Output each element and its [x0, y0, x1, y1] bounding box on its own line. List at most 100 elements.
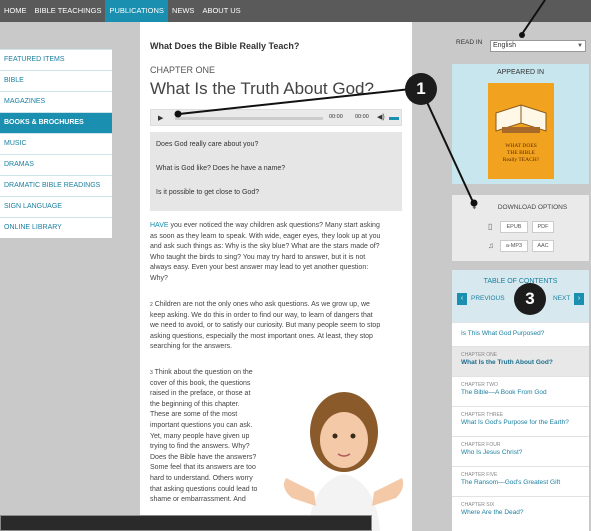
read-in-label: READ IN	[456, 39, 483, 46]
para-line: Some feel that its answers are too	[150, 464, 256, 472]
toc-item-chapter: CHAPTER TWO	[461, 382, 498, 388]
toc-item-title: Is This What God Purposed?	[461, 330, 545, 337]
volume-icon[interactable]: ◀)	[377, 113, 385, 121]
volume-slider[interactable]	[389, 117, 399, 120]
toc-item[interactable]: CHAPTER ONE What Is the Truth About God?	[452, 346, 589, 376]
nav-home[interactable]: HOME	[0, 0, 31, 22]
appeared-in-label: APPEARED IN	[496, 69, 545, 76]
bottom-overlay-bar	[0, 515, 372, 531]
chevron-down-icon: ▼	[577, 43, 583, 49]
para-line: Who taught the birds to sing? You may tr…	[150, 253, 366, 261]
sidebar-item-music[interactable]: MUSIC	[0, 133, 112, 154]
nav-bible-teachings[interactable]: BIBLE TEACHINGS	[31, 0, 106, 22]
para-line: the beginning of this chapter.	[150, 400, 240, 408]
toc-item[interactable]: CHAPTER THREE What Is God's Purpose for …	[452, 406, 589, 436]
question: Does God really care about you?	[156, 141, 259, 148]
toc-item[interactable]: CHAPTER TWO The Bible—A Book From God	[452, 376, 589, 406]
para-line: hard to understand. Others worry	[150, 474, 253, 482]
time-elapsed: 00:00	[329, 114, 343, 120]
sidebar-item-dramas[interactable]: DRAMAS	[0, 154, 112, 175]
pointer-dot	[519, 32, 525, 38]
paragraph-number: 3	[150, 370, 153, 376]
article-panel: What Does the Bible Really Teach? CHAPTE…	[140, 22, 412, 531]
download-options-panel: ⬇ DOWNLOAD OPTIONS ▯ EPUB PDF ♫ a-MP3 AA…	[452, 195, 589, 261]
sidebar-item-dramatic-bible-readings[interactable]: DRAMATIC BIBLE READINGS	[0, 175, 112, 196]
next-button[interactable]: ›	[574, 293, 584, 305]
sidebar-item-magazines[interactable]: MAGAZINES	[0, 91, 112, 112]
sidebar-item-featured-items[interactable]: FEATURED ITEMS	[0, 49, 112, 70]
toc-item-title: The Bible—A Book From God	[461, 389, 547, 396]
pdf-button[interactable]: PDF	[532, 221, 554, 233]
para-line: Yet, many people have given up	[150, 432, 250, 440]
time-total: 00:00	[355, 114, 369, 120]
language-select[interactable]: English ▼	[490, 40, 586, 52]
para-line: Children are not the only ones who ask q…	[154, 301, 370, 308]
para-line: cover of this book, the questions	[150, 379, 251, 387]
question: Is it possible to get close to God?	[156, 189, 260, 196]
callout-badge-3: 3	[514, 283, 546, 315]
audio-progress-track[interactable]	[175, 117, 323, 120]
toc-item[interactable]: CHAPTER SIX Where Are the Dead?	[452, 496, 589, 531]
para-line: and ask such things as: Why is the sky b…	[150, 243, 380, 251]
para-line: These are some of the most	[150, 411, 238, 419]
appeared-in-panel: APPEARED IN WHAT DOES THE BIBLE Really T…	[452, 64, 589, 184]
toc-item-chapter: CHAPTER ONE	[461, 352, 498, 358]
sidebar-item-sign-language[interactable]: SIGN LANGUAGE	[0, 196, 112, 217]
paragraph-lead-word: HAVE	[150, 222, 169, 229]
epub-button[interactable]: EPUB	[500, 221, 528, 233]
chapter-label: CHAPTER ONE	[150, 65, 216, 75]
paragraph-1: HAVE you ever noticed the way children a…	[150, 221, 412, 285]
toc-item-title: What Is the Truth About God?	[461, 359, 553, 366]
callout-badge-1: 1	[405, 73, 437, 105]
nav-about-us[interactable]: ABOUT US	[198, 0, 244, 22]
para-line: Think about the question on the	[154, 369, 253, 376]
top-nav: HOME BIBLE TEACHINGS PUBLICATIONS NEWS A…	[0, 0, 591, 22]
paragraph-3: 3 Think about the question on the cover …	[150, 368, 276, 506]
paragraph-2: 2 Children are not the only ones who ask…	[150, 300, 412, 353]
toc-item-title: Where Are the Dead?	[461, 509, 524, 516]
sidebar: FEATURED ITEMS BIBLE MAGAZINES BOOKS & B…	[0, 49, 112, 238]
nav-news[interactable]: NEWS	[168, 0, 199, 22]
toc-label: TABLE OF CONTENTS	[483, 278, 558, 285]
para-line: keep asking. We do this in order to find…	[150, 311, 373, 319]
paragraph-number: 2	[150, 302, 153, 308]
toc-item-chapter: CHAPTER FOUR	[461, 442, 501, 448]
previous-label[interactable]: PREVIOUS	[471, 295, 505, 302]
audio-player: ▶ 00:00 00:00 ◀)	[150, 109, 402, 126]
para-line: Why?	[150, 274, 168, 282]
para-line: asking questions, especially the most im…	[150, 332, 373, 340]
toc-item-chapter: CHAPTER THREE	[461, 412, 504, 418]
toc-item[interactable]: CHAPTER FOUR Who Is Jesus Christ?	[452, 436, 589, 466]
open-book-icon	[495, 104, 547, 133]
book-icon: ▯	[488, 222, 493, 231]
child-illustration	[284, 392, 404, 531]
toc-item-title: Who Is Jesus Christ?	[461, 449, 523, 456]
mp3-button[interactable]: a-MP3	[500, 240, 528, 252]
aac-button[interactable]: AAC	[532, 240, 554, 252]
para-line: raised in the preface, or those at	[150, 390, 251, 398]
sidebar-item-books-brochures[interactable]: BOOKS & BROCHURES	[0, 112, 112, 133]
toc-item-chapter: CHAPTER FIVE	[461, 472, 498, 478]
toc-item-title: The Ransom—God's Greatest Gift	[461, 479, 561, 486]
nav-publications[interactable]: PUBLICATIONS	[105, 0, 168, 22]
play-icon[interactable]: ▶	[158, 114, 163, 122]
para-line: important questions you can ask.	[150, 421, 253, 429]
book-cover-title: WHAT DOES THE BIBLE Really TEACH?	[502, 143, 540, 163]
question: What is God like? Does he have a name?	[156, 165, 286, 172]
toc-item[interactable]: Is This What God Purposed?	[452, 322, 589, 346]
language-value: English	[493, 42, 516, 49]
book-title: What Does the Bible Really Teach?	[150, 41, 300, 51]
sidebar-item-bible[interactable]: BIBLE	[0, 70, 112, 91]
para-line: we need to avoid, or to satisfy our curi…	[150, 322, 381, 330]
para-line: searching for the answers.	[150, 343, 233, 351]
para-line: that asking questions could lead to	[150, 485, 258, 493]
toc-item-title: What Is God's Purpose for the Earth?	[461, 419, 569, 426]
sidebar-item-online-library[interactable]: ONLINE LIBRARY	[0, 217, 112, 238]
book-cover-thumbnail[interactable]: WHAT DOES THE BIBLE Really TEACH?	[488, 83, 554, 179]
previous-button[interactable]: ‹	[457, 293, 467, 305]
toc-item-chapter: CHAPTER SIX	[461, 502, 495, 508]
para-line: you ever noticed the way children ask qu…	[170, 222, 380, 229]
next-label[interactable]: NEXT	[553, 295, 570, 302]
headphones-icon: ♫	[488, 241, 494, 250]
toc-item[interactable]: CHAPTER FIVE The Ransom—God's Greatest G…	[452, 466, 589, 496]
